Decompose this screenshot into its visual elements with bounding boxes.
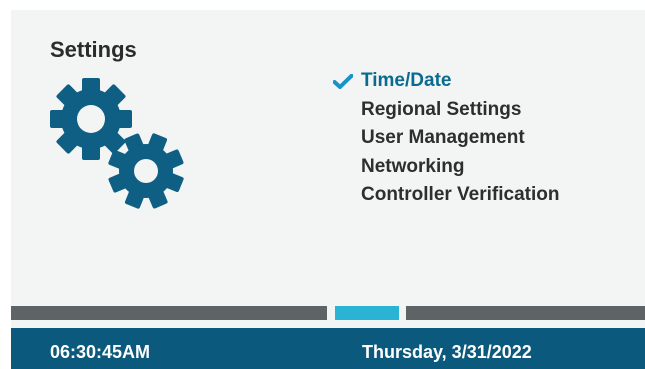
page-indicator-left xyxy=(11,306,327,320)
menu-item-controller-verification[interactable]: Controller Verification xyxy=(333,181,559,210)
menu-item-networking[interactable]: Networking xyxy=(333,153,559,182)
page-indicator xyxy=(11,306,645,320)
menu-item-label: Networking xyxy=(361,155,465,177)
menu-item-label: Controller Verification xyxy=(361,184,560,205)
page-indicator-active xyxy=(335,306,399,320)
status-date: Thursday, 3/31/2022 xyxy=(362,342,532,362)
gears-icon xyxy=(50,78,184,209)
check-icon xyxy=(333,74,353,89)
menu-item-label: Time/Date xyxy=(361,70,452,91)
settings-menu: Time/Date Regional Settings User Managem… xyxy=(333,67,559,210)
page-title: Settings xyxy=(50,37,137,62)
gear-large-icon xyxy=(50,78,132,160)
status-bar: 06:30:45AM Thursday, 3/31/2022 xyxy=(11,328,645,369)
settings-screen: Settings Time/Date Regional Settings Use… xyxy=(11,10,645,369)
menu-item-user-management[interactable]: User Management xyxy=(333,124,559,153)
menu-item-regional-settings[interactable]: Regional Settings xyxy=(333,96,559,125)
menu-item-label: User Management xyxy=(361,127,525,148)
menu-item-time-date[interactable]: Time/Date xyxy=(333,67,559,96)
menu-item-label: Regional Settings xyxy=(361,98,522,120)
page-indicator-right xyxy=(406,306,645,320)
status-time: 06:30:45AM xyxy=(50,342,151,362)
